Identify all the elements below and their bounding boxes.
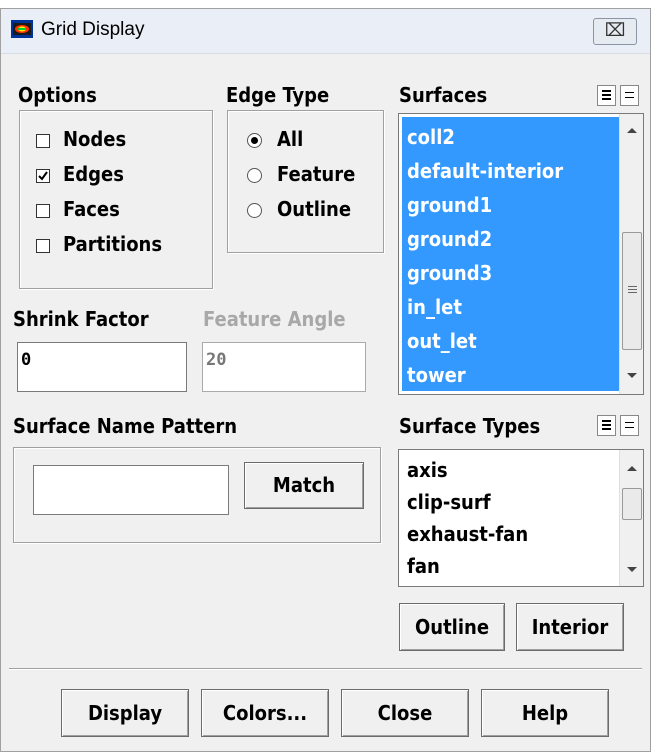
feature-label[interactable]: Feature: [277, 162, 355, 186]
surfaces-heading: Surfaces: [399, 83, 488, 107]
title-bar[interactable]: Grid Display ⌧: [1, 9, 650, 54]
scroll-down-arrow-icon[interactable]: [626, 372, 638, 380]
shrink-factor-field[interactable]: 0: [17, 342, 187, 392]
shrink-factor-label: Shrink Factor: [13, 307, 149, 331]
surfaces-scrollbar[interactable]: [619, 114, 643, 394]
edge-type-heading: Edge Type: [226, 83, 330, 107]
all-radio[interactable]: [247, 133, 262, 148]
close-button[interactable]: Close: [341, 689, 469, 737]
select-all-icon[interactable]: [597, 415, 616, 436]
surface-name-pattern-label: Surface Name Pattern: [13, 414, 238, 438]
surface-item-out-let[interactable]: out_let: [407, 329, 477, 353]
close-icon: ⌧: [604, 20, 626, 41]
match-button[interactable]: Match: [244, 462, 364, 509]
surface-item-in-let[interactable]: in_let: [407, 295, 462, 319]
footer-divider-highlight: [9, 669, 642, 670]
surface-item-ground3[interactable]: ground3: [407, 261, 492, 285]
edges-label[interactable]: Edges: [63, 162, 124, 186]
edges-checkbox[interactable]: [36, 169, 50, 183]
feature-radio[interactable]: [247, 168, 262, 183]
fluent-app-icon: [11, 20, 33, 38]
surfaces-scroll-thumb[interactable]: [622, 232, 642, 350]
nodes-label[interactable]: Nodes: [63, 127, 126, 151]
nodes-checkbox[interactable]: [36, 134, 50, 148]
surface-item-ground1[interactable]: ground1: [407, 193, 492, 217]
surface-types-list[interactable]: axis clip-surf exhaust-fan fan: [398, 449, 644, 587]
display-button[interactable]: Display: [61, 689, 189, 737]
scroll-down-arrow-icon[interactable]: [626, 566, 638, 574]
close-window-button[interactable]: ⌧: [593, 18, 637, 45]
select-all-icon[interactable]: [597, 85, 616, 106]
options-heading: Options: [18, 83, 97, 107]
surface-name-pattern-input[interactable]: [33, 465, 229, 515]
surface-type-item-exhaust-fan[interactable]: exhaust-fan: [407, 522, 528, 546]
faces-checkbox[interactable]: [36, 204, 50, 218]
surface-item-ground2[interactable]: ground2: [407, 227, 492, 251]
surfaces-list[interactable]: coll2 default-interior ground1 ground2 g…: [398, 113, 644, 395]
interior-button[interactable]: Interior: [516, 603, 624, 651]
surface-types-scroll-thumb[interactable]: [622, 488, 642, 520]
surface-types-scrollbar[interactable]: [619, 450, 643, 586]
outline-button[interactable]: Outline: [399, 603, 505, 651]
feature-angle-label: Feature Angle: [203, 307, 346, 331]
surface-type-item-fan[interactable]: fan: [407, 554, 440, 578]
outline-label[interactable]: Outline: [277, 197, 351, 221]
partitions-checkbox[interactable]: [36, 239, 50, 253]
faces-label[interactable]: Faces: [63, 197, 120, 221]
scroll-up-arrow-icon[interactable]: [626, 126, 638, 134]
surface-types-heading: Surface Types: [399, 414, 541, 438]
partitions-label[interactable]: Partitions: [63, 232, 162, 256]
help-button[interactable]: Help: [481, 689, 609, 737]
surface-type-item-axis[interactable]: axis: [407, 458, 448, 482]
scroll-up-arrow-icon[interactable]: [626, 464, 638, 472]
surface-type-item-clip-surf[interactable]: clip-surf: [407, 490, 491, 514]
all-label[interactable]: All: [277, 127, 303, 151]
window-title: Grid Display: [41, 19, 145, 40]
surface-item-default-interior[interactable]: default-interior: [407, 159, 563, 183]
feature-angle-field: 20: [202, 342, 366, 392]
deselect-all-icon[interactable]: [620, 85, 639, 106]
grid-display-window: Grid Display ⌧ Options Nodes Edges Faces…: [0, 8, 651, 752]
outline-radio[interactable]: [247, 203, 262, 218]
checkmark-icon: [38, 171, 48, 181]
surface-item-tower[interactable]: tower: [407, 363, 466, 387]
surface-item-coll2[interactable]: coll2: [407, 125, 455, 149]
colors-button[interactable]: Colors...: [201, 689, 329, 737]
deselect-all-icon[interactable]: [620, 415, 639, 436]
